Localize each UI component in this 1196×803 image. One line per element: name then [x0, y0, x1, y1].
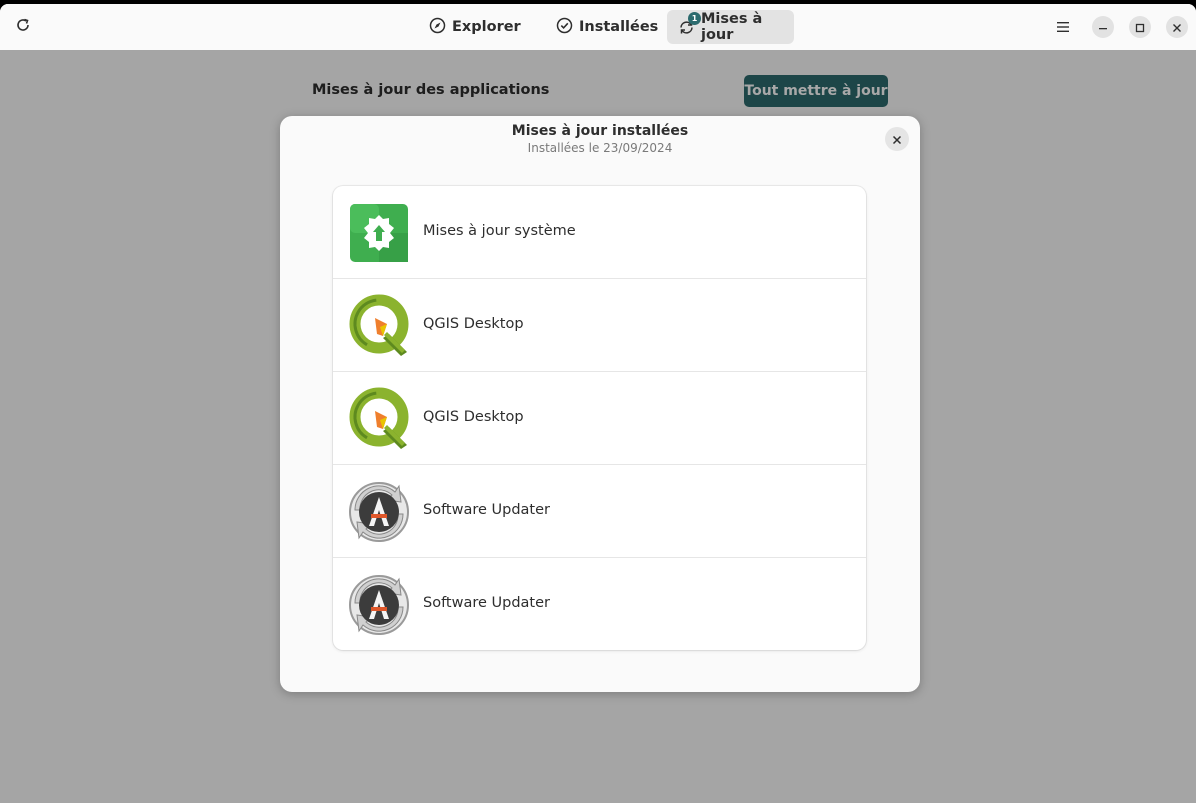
software-updater-icon [347, 573, 411, 637]
list-item[interactable]: Software Updater [333, 558, 866, 650]
tab-label: Installées [579, 19, 659, 35]
minimize-icon [1098, 18, 1108, 37]
close-window-button[interactable] [1166, 16, 1188, 38]
maximize-button[interactable] [1129, 16, 1151, 38]
refresh-icon [15, 17, 31, 37]
list-item[interactable]: Mises à jour système [333, 186, 866, 279]
item-label: Software Updater [423, 595, 551, 611]
dialog-close-button[interactable] [885, 127, 909, 151]
item-label: QGIS Desktop [423, 409, 524, 425]
main-menu-button[interactable] [1050, 14, 1076, 40]
maximize-icon [1135, 18, 1145, 37]
updates-list: Mises à jour système QGIS Desktop QGIS D… [333, 186, 866, 650]
minimize-button[interactable] [1092, 16, 1114, 38]
update-count-badge: 1 [688, 12, 701, 25]
check-circle-icon [556, 17, 573, 38]
compass-icon [429, 17, 446, 38]
tab-installed[interactable]: Installées [545, 10, 669, 44]
installed-updates-dialog: Mises à jour installées Installées le 23… [280, 116, 920, 692]
system-update-icon [347, 201, 411, 265]
refresh-button[interactable] [10, 14, 36, 40]
dialog-subtitle: Installées le 23/09/2024 [527, 141, 673, 155]
close-icon [892, 130, 902, 149]
qgis-icon [347, 387, 411, 451]
hamburger-menu-icon [1056, 18, 1070, 37]
tab-label: Mises à jour [701, 11, 763, 43]
close-icon [1172, 18, 1182, 37]
tab-updates[interactable]: 1 Mises à jour [667, 10, 794, 44]
list-item[interactable]: QGIS Desktop [333, 372, 866, 465]
tab-explorer[interactable]: Explorer [418, 10, 532, 44]
item-label: Mises à jour système [423, 223, 576, 239]
list-item[interactable]: Software Updater [333, 465, 866, 558]
list-item[interactable]: QGIS Desktop [333, 279, 866, 372]
tab-label: Explorer [452, 19, 521, 35]
dialog-title: Mises à jour installées [511, 123, 689, 139]
software-updater-icon [347, 480, 411, 544]
item-label: Software Updater [423, 502, 551, 518]
item-label: QGIS Desktop [423, 316, 524, 332]
app-window: Explorer Installées 1 Mises à jour Mises… [0, 4, 1196, 803]
qgis-icon [347, 294, 411, 358]
header-bar: Explorer Installées 1 Mises à jour [0, 4, 1196, 50]
